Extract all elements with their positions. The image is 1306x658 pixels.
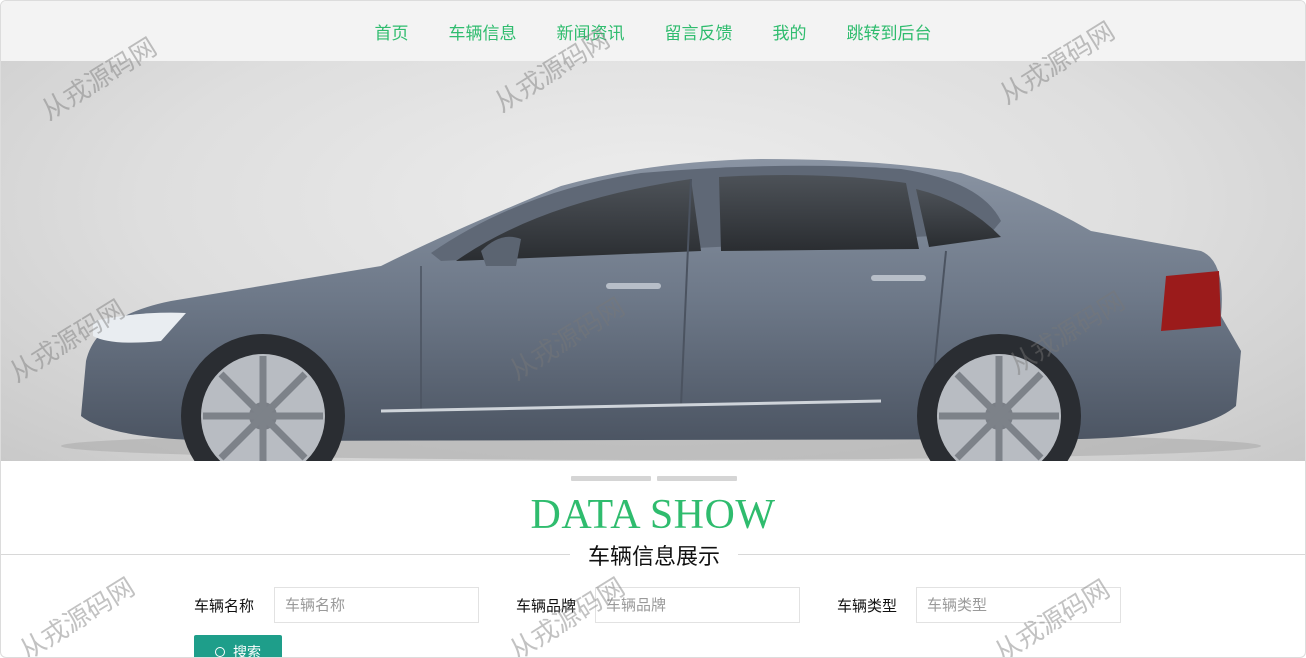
watermark: 从戎源码网 <box>14 572 141 658</box>
vehicle-brand-input[interactable] <box>595 587 800 623</box>
banner-carousel[interactable] <box>1 61 1305 461</box>
carousel-dot-2[interactable] <box>657 476 737 481</box>
carousel-dot-1[interactable] <box>571 476 651 481</box>
nav-item-home[interactable]: 首页 <box>375 19 409 44</box>
label-vehicle-name: 车辆名称 <box>194 597 255 615</box>
nav-item-vehicles[interactable]: 车辆信息 <box>449 19 517 44</box>
section-subtitle: 车辆信息展示 <box>570 539 738 571</box>
nav-item-news[interactable]: 新闻资讯 <box>557 19 625 44</box>
car-image <box>61 159 1261 461</box>
label-vehicle-brand: 车辆品牌 <box>516 597 577 615</box>
search-icon <box>215 647 225 657</box>
search-button-label: 搜索 <box>233 644 261 658</box>
nav-item-feedback[interactable]: 留言反馈 <box>665 19 733 44</box>
vehicle-type-input[interactable] <box>916 587 1121 623</box>
nav-item-admin[interactable]: 跳转到后台 <box>847 19 932 44</box>
top-nav: 首页 车辆信息 新闻资讯 留言反馈 我的 跳转到后台 <box>1 1 1305 61</box>
carousel-indicators <box>571 476 737 481</box>
search-button[interactable]: 搜索 <box>194 635 282 658</box>
section-title: DATA SHOW <box>530 492 776 538</box>
nav-item-mine[interactable]: 我的 <box>773 19 807 44</box>
page-frame: 首页 车辆信息 新闻资讯 留言反馈 我的 跳转到后台 DATA SHOW 车辆信… <box>0 0 1306 658</box>
vehicle-name-input[interactable] <box>274 587 479 623</box>
label-vehicle-type: 车辆类型 <box>837 597 898 615</box>
